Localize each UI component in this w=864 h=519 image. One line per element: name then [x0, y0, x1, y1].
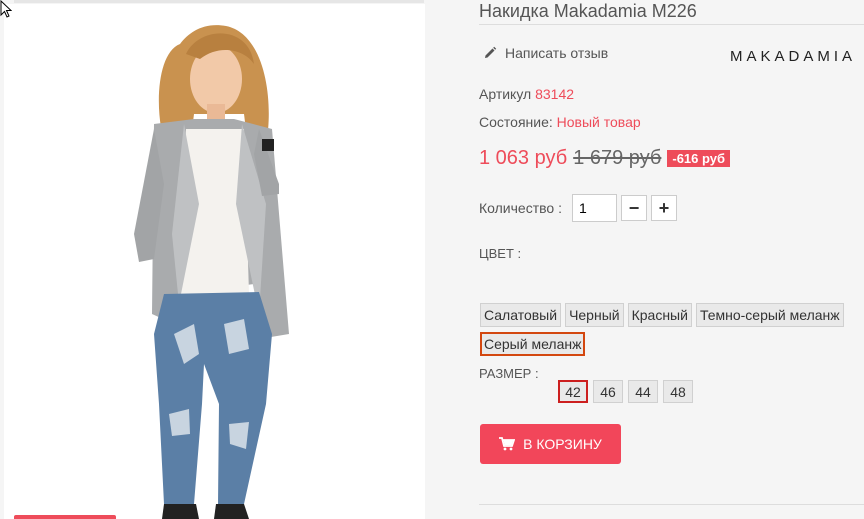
size-option-42[interactable]: 42 [558, 380, 588, 403]
size-options: 42 46 44 48 [558, 380, 693, 403]
discount-badge: -616 руб [667, 150, 731, 167]
write-review-link[interactable]: Написать отзыв [483, 45, 608, 61]
color-options: Салатовый Черный Красный Темно-серый мел… [480, 303, 860, 356]
color-option-black[interactable]: Черный [565, 303, 624, 327]
quantity-input[interactable] [571, 194, 617, 222]
brand-logo[interactable]: MAKADAMIA [730, 48, 856, 65]
condition-row: Состояние: Новый товар [479, 114, 641, 130]
quantity-decrease-button[interactable]: − [620, 195, 647, 221]
model-photo [134, 25, 289, 519]
write-review-label: Написать отзыв [505, 45, 609, 61]
top-divider [14, 0, 424, 3]
size-label: РАЗМЕР : [479, 366, 539, 381]
current-price: 1 063 руб [479, 147, 568, 169]
pencil-icon [485, 46, 497, 58]
price-row: 1 063 руб 1 679 руб -616 руб [479, 147, 731, 170]
add-to-cart-label: В КОРЗИНУ [523, 436, 602, 452]
product-image[interactable] [4, 4, 425, 519]
condition-label: Состояние: [479, 114, 553, 130]
add-to-cart-button[interactable]: В КОРЗИНУ [480, 424, 621, 464]
bottom-divider [479, 504, 864, 505]
size-option-44[interactable]: 44 [628, 380, 658, 403]
color-option-salad[interactable]: Салатовый [480, 303, 562, 327]
sku-row: Артикул 83142 [479, 86, 574, 102]
condition-value: Новый товар [556, 114, 641, 130]
image-pager-indicator[interactable] [14, 515, 116, 519]
sku-label: Артикул [479, 86, 532, 102]
size-option-48[interactable]: 48 [663, 380, 693, 403]
quantity-row: Количество : − + [479, 194, 677, 222]
color-label: ЦВЕТ : [479, 246, 522, 261]
color-option-grey-melange[interactable]: Серый меланж [480, 332, 586, 356]
size-option-46[interactable]: 46 [593, 380, 623, 403]
cart-icon [499, 437, 516, 451]
product-title: Накидка Makadamia M226 [479, 1, 697, 21]
color-option-dark-grey-melange[interactable]: Темно-серый меланж [695, 303, 844, 327]
quantity-increase-button[interactable]: + [650, 195, 677, 221]
sku-value: 83142 [535, 86, 575, 102]
old-price: 1 679 руб [573, 147, 662, 169]
product-details: Накидка Makadamia M226 Написать отзыв MA… [425, 0, 864, 519]
quantity-label: Количество : [479, 200, 562, 216]
color-option-red[interactable]: Красный [627, 303, 692, 327]
title-divider [479, 24, 864, 25]
mouse-cursor-icon [0, 0, 12, 18]
